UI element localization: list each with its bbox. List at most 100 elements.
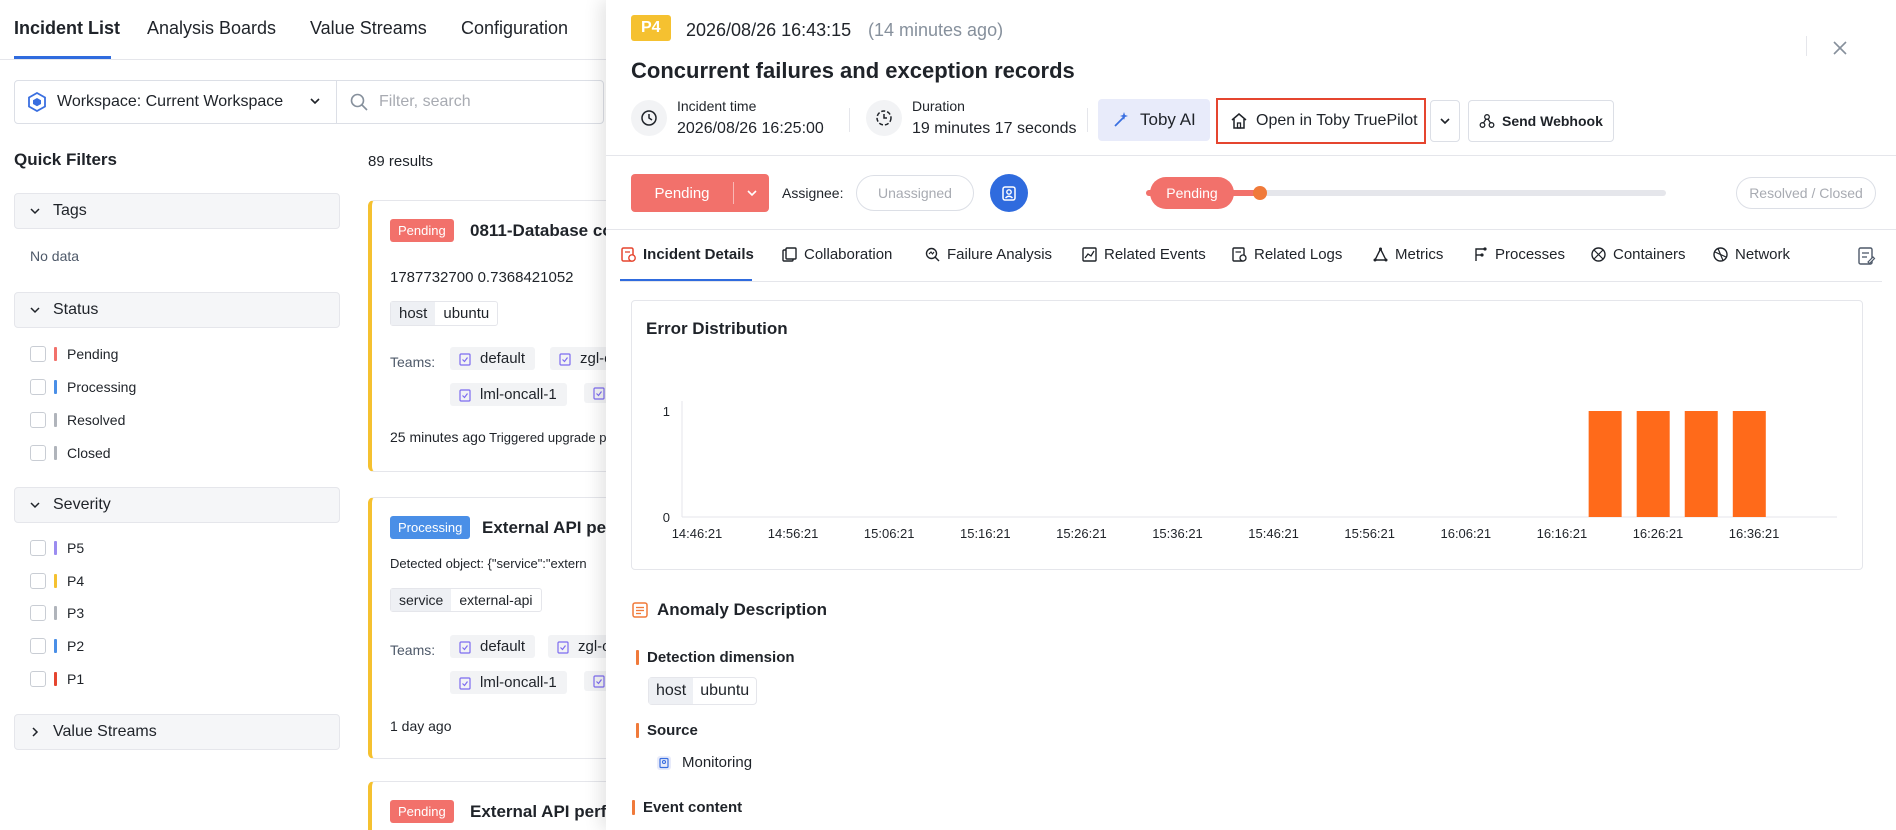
tab-related-events[interactable]: Related Events xyxy=(1081,246,1206,263)
team-icon xyxy=(557,640,569,654)
tab-incident-details[interactable]: Incident Details xyxy=(620,246,754,263)
incident-time-value: 2026/08/26 16:25:00 xyxy=(677,120,824,137)
tab-metrics[interactable]: Metrics xyxy=(1372,246,1443,263)
close-icon[interactable] xyxy=(1830,38,1850,58)
chevron-down-icon xyxy=(746,190,757,197)
filter-group-severity[interactable]: Severity xyxy=(14,487,340,523)
tab-analysis-boards[interactable]: Analysis Boards xyxy=(147,18,276,39)
processes-icon xyxy=(1475,247,1487,261)
card-title: External API perfo xyxy=(482,518,618,537)
filter-label: Resolved xyxy=(67,412,126,428)
tab-configuration[interactable]: Configuration xyxy=(461,18,568,39)
open-in-truepilot-button[interactable]: Open in Toby TruePilot xyxy=(1216,98,1426,144)
severity-color-bar xyxy=(54,672,57,686)
checkbox[interactable] xyxy=(30,540,46,556)
tab-label: Collaboration xyxy=(804,246,893,263)
section-label: Anomaly Description xyxy=(657,600,828,619)
filter-severity-p3[interactable]: P3 xyxy=(30,605,84,621)
card-title: 0811-Database con xyxy=(470,221,618,240)
filter-group-tags[interactable]: Tags xyxy=(14,193,340,229)
status-color-bar xyxy=(54,446,57,460)
x-tick-label: 15:06:21 xyxy=(864,526,915,541)
source-value: Monitoring xyxy=(656,754,752,771)
incident-timestamp: 2026/08/26 16:43:15 xyxy=(686,20,852,40)
incident-time-block: Incident time 2026/08/26 16:25:00 xyxy=(631,98,824,138)
status-dropdown-button[interactable]: Pending xyxy=(631,174,769,212)
filter-severity-p5[interactable]: P5 xyxy=(30,540,84,556)
filter-label: P3 xyxy=(67,605,85,621)
search-input[interactable] xyxy=(379,93,599,111)
tab-incident-list[interactable]: Incident List xyxy=(14,18,120,39)
tab-related-logs[interactable]: Related Logs xyxy=(1231,246,1342,263)
status-color-bar xyxy=(54,413,57,427)
error-distribution-chart: 0 1 14:46:21 14:56:21 15:06:21 15:16:21 15:26:… xyxy=(663,401,1837,541)
tab-label: Failure Analysis xyxy=(947,246,1053,263)
checkbox[interactable] xyxy=(30,573,46,589)
team-name: default xyxy=(480,638,526,655)
checkbox[interactable] xyxy=(30,412,46,428)
chart-line-icon xyxy=(1082,247,1097,262)
status-badge: Processing xyxy=(390,516,471,539)
accent-bar xyxy=(636,723,639,738)
filter-group-status[interactable]: Status xyxy=(14,292,340,328)
incident-card[interactable]: Pending External API perfo xyxy=(368,781,618,830)
severity-color-bar xyxy=(54,606,57,620)
tag-value: ubuntu xyxy=(443,305,490,322)
workspace-filter-bar: Workspace: Current Workspace xyxy=(14,80,604,124)
filter-group-value-streams[interactable]: Value Streams xyxy=(14,714,340,750)
x-tick-label: 14:46:21 xyxy=(672,526,723,541)
tab-processes[interactable]: Processes xyxy=(1472,246,1565,263)
error-bar xyxy=(1732,411,1766,517)
label-text: Source xyxy=(647,722,698,739)
filter-status-pending[interactable]: Pending xyxy=(30,346,118,362)
incident-card[interactable]: Pending 0811-Database con 1787732700 0.7… xyxy=(368,200,618,472)
filter-status-resolved[interactable]: Resolved xyxy=(30,412,125,428)
filter-severity-p4[interactable]: P4 xyxy=(30,573,84,589)
checkbox[interactable] xyxy=(30,638,46,654)
workspace-select[interactable]: Workspace: Current Workspace xyxy=(15,81,337,123)
filter-group-label: Severity xyxy=(53,496,111,513)
severity-color-bar xyxy=(54,541,57,555)
checkbox[interactable] xyxy=(30,346,46,362)
team-icon xyxy=(593,387,605,400)
filter-status-processing[interactable]: Processing xyxy=(30,379,136,395)
assignee-select[interactable]: Unassigned xyxy=(856,175,974,211)
checkbox[interactable] xyxy=(30,671,46,687)
workspace-icon xyxy=(28,92,46,112)
tab-failure-analysis[interactable]: Failure Analysis xyxy=(924,246,1052,263)
team-name: lml-oncall-1 xyxy=(480,386,557,403)
toby-ai-button[interactable]: Toby AI xyxy=(1098,99,1210,141)
tab-network[interactable]: Network xyxy=(1712,246,1790,263)
tab-label: Related Logs xyxy=(1254,246,1343,263)
tab-value-streams[interactable]: Value Streams xyxy=(310,18,427,39)
divider xyxy=(1087,108,1088,132)
tab-containers[interactable]: Containers xyxy=(1590,246,1686,263)
incident-time-label: Incident time xyxy=(677,98,757,114)
send-webhook-button[interactable]: Send Webhook xyxy=(1468,100,1614,142)
notes-icon[interactable] xyxy=(1856,246,1876,266)
checkbox[interactable] xyxy=(30,379,46,395)
chevron-down-icon xyxy=(310,98,320,105)
filter-status-closed[interactable]: Closed xyxy=(30,445,111,461)
status-color-bar xyxy=(54,347,57,361)
tab-collaboration[interactable]: Collaboration xyxy=(781,246,892,263)
chevron-down-icon xyxy=(30,208,40,215)
checkbox[interactable] xyxy=(30,445,46,461)
status-dropdown-toggle[interactable] xyxy=(734,187,769,199)
incident-card[interactable]: Processing External API perfo Detected o… xyxy=(368,497,618,759)
filter-group-label: Value Streams xyxy=(53,723,157,740)
error-bar xyxy=(1588,411,1622,517)
status-progress-marker xyxy=(1253,186,1268,200)
event-content-label: Event content xyxy=(632,799,742,816)
x-tick-label: 16:36:21 xyxy=(1729,526,1780,541)
filter-group-label: Tags xyxy=(53,202,87,219)
divider xyxy=(606,155,1896,156)
checkbox[interactable] xyxy=(30,605,46,621)
assign-user-icon[interactable] xyxy=(990,174,1028,212)
open-options-dropdown[interactable] xyxy=(1430,100,1460,142)
filter-severity-p2[interactable]: P2 xyxy=(30,638,84,654)
card-time: 25 minutes ago xyxy=(390,429,486,445)
filter-severity-p1[interactable]: P1 xyxy=(30,671,84,687)
x-tick-label: 16:06:21 xyxy=(1440,526,1491,541)
detection-dimension-label: Detection dimension xyxy=(636,649,795,666)
